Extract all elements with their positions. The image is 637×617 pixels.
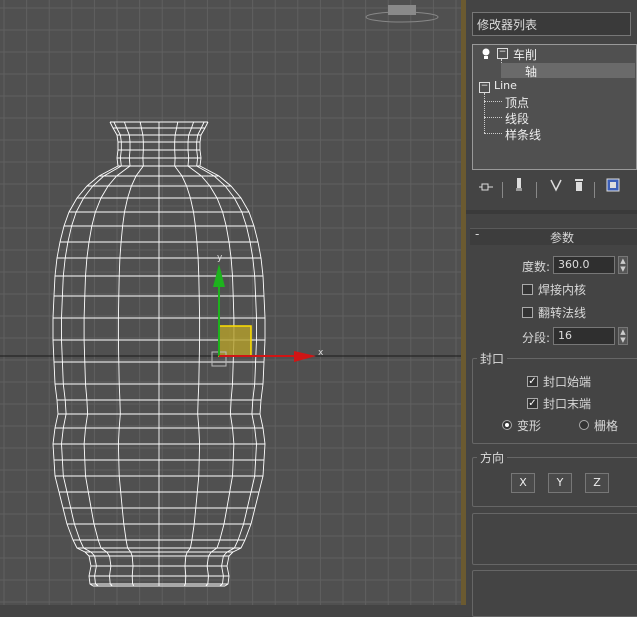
toolbar-separator xyxy=(502,182,503,198)
cap-start-label: 封口始端 xyxy=(543,375,592,389)
toolbar-separator xyxy=(594,182,595,198)
viewport-grid xyxy=(0,0,461,605)
align-group xyxy=(472,513,637,565)
toolbar-separator xyxy=(536,182,537,198)
collapse-icon[interactable]: − xyxy=(497,48,508,59)
viewport-canvas[interactable]: y x xyxy=(0,0,461,605)
params-rollout-header[interactable]: - 参数 xyxy=(470,227,637,245)
segments-spinner[interactable]: ▲ ▼ xyxy=(618,327,628,345)
degrees-label: 度数: xyxy=(522,260,551,274)
stack-item-lathe[interactable]: 车削 xyxy=(513,46,537,63)
stack-item-axis[interactable]: 轴 xyxy=(525,63,537,80)
modifier-list-label: 修改器列表 xyxy=(477,18,538,32)
tree-line xyxy=(484,101,502,102)
show-end-result-icon[interactable] xyxy=(508,178,530,200)
section-divider xyxy=(466,210,637,214)
direction-y-button[interactable]: Y xyxy=(548,473,572,493)
stack-item-line[interactable]: Line xyxy=(494,79,517,92)
flip-normals-checkbox[interactable] xyxy=(522,307,533,318)
stack-item-vertex[interactable]: 顶点 xyxy=(505,94,529,111)
output-group xyxy=(472,570,637,617)
cap-end-checkbox[interactable]: ✓ xyxy=(527,398,538,409)
tree-line xyxy=(484,133,502,134)
degrees-input[interactable]: 360.0 xyxy=(553,256,615,274)
direction-z-button[interactable]: Z xyxy=(585,473,609,493)
stack-item-segment[interactable]: 线段 xyxy=(505,110,529,127)
segments-input[interactable]: 16 xyxy=(553,327,615,345)
capping-group-title: 封口 xyxy=(477,350,508,367)
weld-core-label: 焊接内核 xyxy=(538,283,587,297)
gizmo-y-arrow xyxy=(213,264,225,287)
modifier-list-dropdown[interactable]: 修改器列表 xyxy=(472,12,631,36)
segments-label: 分段: xyxy=(522,331,551,345)
stack-item-spline[interactable]: 样条线 xyxy=(505,126,541,143)
pin-stack-icon[interactable] xyxy=(475,178,497,200)
lightbulb-icon[interactable] xyxy=(481,48,491,63)
grid-label: 栅格 xyxy=(594,419,619,433)
stack-selection-highlight xyxy=(501,63,635,78)
direction-group-title: 方向 xyxy=(477,449,508,466)
make-unique-icon[interactable] xyxy=(545,178,567,200)
remove-modifier-icon[interactable] xyxy=(568,178,590,200)
cap-start-checkbox[interactable]: ✓ xyxy=(527,376,538,387)
collapse-icon[interactable]: − xyxy=(479,82,490,93)
weld-core-checkbox[interactable] xyxy=(522,284,533,295)
degrees-spinner[interactable]: ▲ ▼ xyxy=(618,256,628,274)
params-rollout-title: 参数 xyxy=(550,231,575,245)
gizmo-x-label: x xyxy=(318,348,324,358)
move-gizmo: y x xyxy=(211,253,324,367)
tree-line xyxy=(484,117,502,118)
perspective-viewport[interactable]: y x xyxy=(0,0,461,605)
morph-label: 变形 xyxy=(517,419,542,433)
tree-line xyxy=(484,93,486,133)
collapse-sign: - xyxy=(475,227,480,241)
modifier-stack[interactable]: − 车削 轴 − Line 顶点 线段 样条线 xyxy=(472,44,637,170)
morph-radio[interactable] xyxy=(502,420,512,430)
command-panel-modify: 修改器列表 − 车削 轴 − Line 顶点 线段 样条线 - 参数 度数: 3… xyxy=(466,0,637,617)
cap-end-label: 封口末端 xyxy=(543,397,592,411)
gizmo-y-label: y xyxy=(217,253,223,263)
direction-x-button[interactable]: X xyxy=(511,473,535,493)
flip-normals-label: 翻转法线 xyxy=(538,306,587,320)
configure-modifier-sets-icon[interactable] xyxy=(602,178,624,200)
grid-radio[interactable] xyxy=(579,420,589,430)
